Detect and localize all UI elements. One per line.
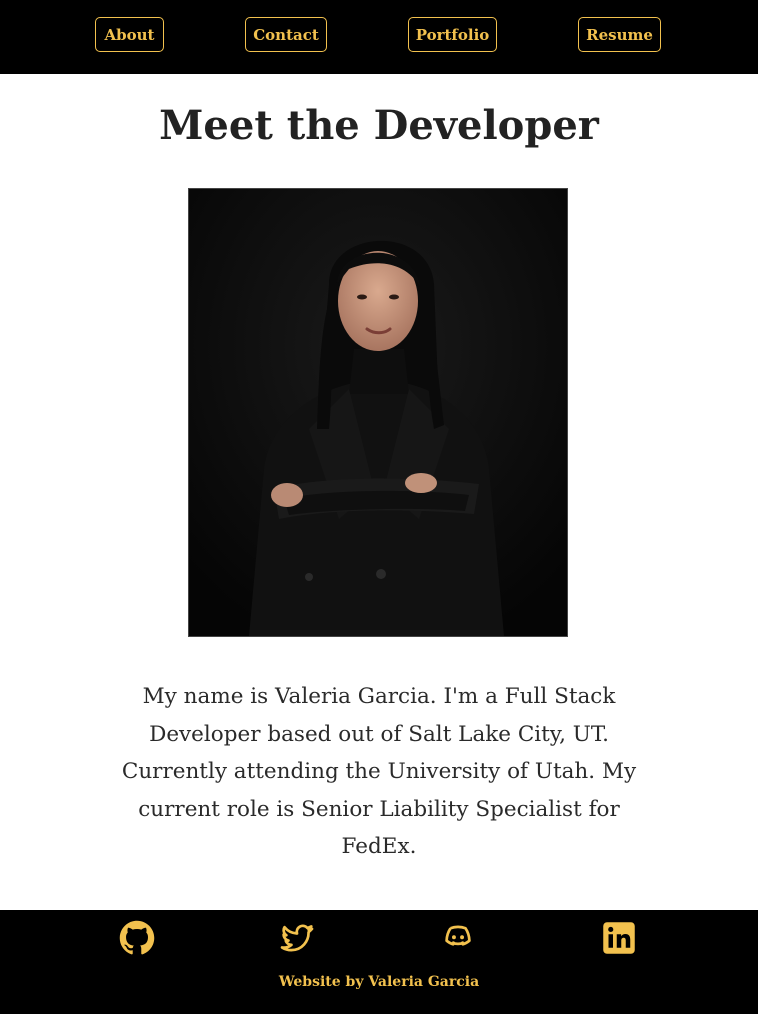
nav-contact-button[interactable]: Contact (245, 17, 327, 52)
discord-icon[interactable] (440, 920, 476, 956)
portrait-illustration (189, 189, 567, 636)
footer-credit: Website by Valeria Garcia (278, 974, 480, 990)
bio-text: My name is Valeria Garcia. I'm a Full St… (121, 684, 637, 859)
twitter-icon[interactable] (279, 920, 315, 956)
linkedin-icon[interactable] (601, 920, 637, 956)
nav-about-button[interactable]: About (95, 17, 164, 52)
footer: Website by Valeria Garcia (0, 910, 758, 1014)
nav-resume-button[interactable]: Resume (578, 17, 661, 52)
nav-portfolio-button[interactable]: Portfolio (408, 17, 497, 52)
page-title: Meet the Developer (159, 102, 599, 149)
profile-photo (188, 188, 568, 637)
github-icon[interactable] (119, 920, 155, 956)
navbar: About Contact Portfolio Resume (0, 0, 758, 74)
